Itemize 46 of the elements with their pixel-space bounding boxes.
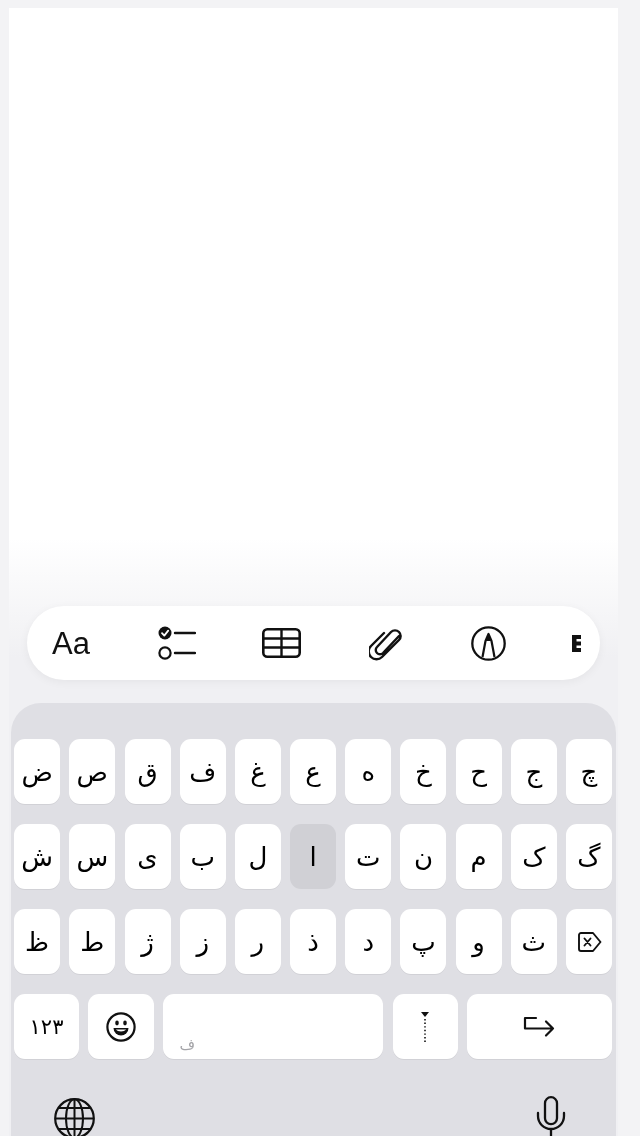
letter-key[interactable]: ص [69,739,116,804]
letter-key[interactable]: ز [179,909,226,974]
letter-key[interactable]: ث [510,909,557,974]
letter-key[interactable]: ط [69,909,116,974]
checklist-icon[interactable] [157,626,196,660]
letter-key[interactable]: ع [290,739,337,804]
letter-key[interactable]: ی [124,824,171,889]
letter-key[interactable]: م [455,824,502,889]
letter-key[interactable]: ه [345,739,392,804]
letter-key[interactable]: ظ [14,909,61,974]
letter-key[interactable]: ش [14,824,61,889]
letter-key[interactable]: ک [510,824,557,889]
letter-key[interactable]: ل [234,824,281,889]
letter-key[interactable]: ف [179,739,226,804]
emoji-key[interactable] [88,994,155,1059]
globe-icon[interactable] [54,1098,95,1136]
letter-key[interactable]: د [345,909,392,974]
letter-key[interactable]: ا [290,824,337,889]
letter-key[interactable]: س [69,824,116,889]
letter-key[interactable]: ژ [124,909,171,974]
backspace-icon [576,931,602,952]
clipped-icon[interactable] [571,634,581,652]
letter-key[interactable]: ر [234,909,281,974]
microphone-icon[interactable] [536,1096,566,1136]
letter-key[interactable]: غ [234,739,281,804]
dotted-line-icon [421,1011,430,1042]
smiley-icon [106,1011,137,1042]
letter-key[interactable]: ب [179,824,226,889]
letter-key[interactable]: ض [14,739,61,804]
letter-key[interactable]: ح [455,739,502,804]
letter-key[interactable]: خ [400,739,447,804]
letter-key[interactable]: چ [566,739,612,804]
letter-key[interactable]: ن [400,824,447,889]
numbers-key[interactable]: ۱۲۳ [14,994,79,1059]
letter-key[interactable]: و [455,909,502,974]
table-icon[interactable] [261,628,301,658]
letter-key[interactable]: ق [124,739,171,804]
letter-key[interactable]: پ [400,909,447,974]
delete-key[interactable] [566,909,612,974]
return-arrow-icon [523,1015,556,1038]
letter-key[interactable]: ت [345,824,392,889]
letter-key[interactable]: گ [566,824,612,889]
text-format-button[interactable]: Aa [52,627,90,659]
letter-key[interactable]: ذ [290,909,337,974]
letter-key[interactable]: ج [510,739,557,804]
pen-in-circle-icon[interactable] [470,625,506,661]
